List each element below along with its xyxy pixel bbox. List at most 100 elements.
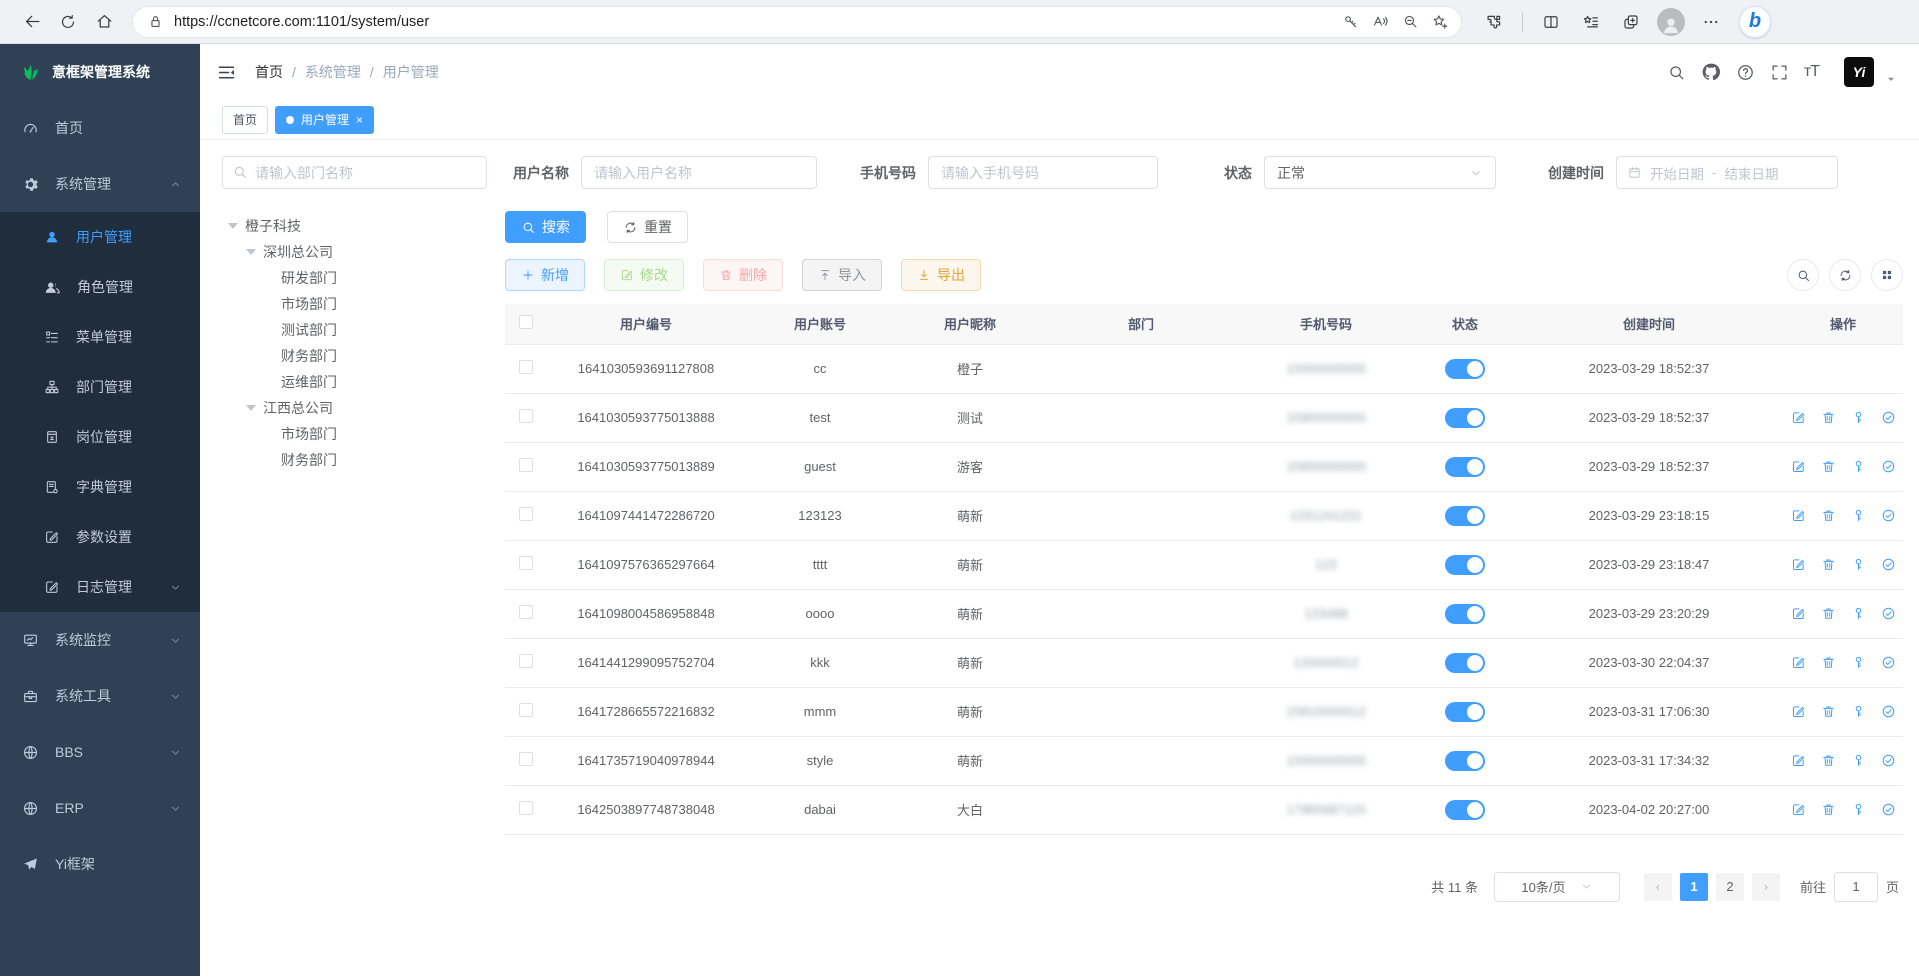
next-page-button[interactable]: ›: [1752, 873, 1780, 901]
sidebar-item-menu-management[interactable]: 菜单管理: [0, 312, 200, 362]
sidebar-item-role-management[interactable]: 角色管理: [0, 262, 200, 312]
header-search-icon[interactable]: [1667, 63, 1686, 82]
row-checkbox[interactable]: [519, 654, 533, 668]
username-input[interactable]: [581, 156, 817, 189]
row-reset-password-icon[interactable]: [1851, 802, 1866, 817]
status-toggle[interactable]: [1445, 506, 1485, 526]
row-edit-icon[interactable]: [1791, 802, 1806, 817]
date-range-picker[interactable]: 开始日期 - 结束日期: [1616, 156, 1838, 189]
sidebar-item-user-management[interactable]: 用户管理: [0, 212, 200, 262]
sidebar-item-dict-management[interactable]: 字典管理: [0, 462, 200, 512]
row-reset-password-icon[interactable]: [1851, 704, 1866, 719]
fullscreen-icon[interactable]: [1770, 63, 1789, 82]
sidebar-item-yi-framework[interactable]: Yi框架: [0, 836, 200, 892]
extensions-icon[interactable]: [1476, 4, 1512, 40]
row-edit-icon[interactable]: [1791, 459, 1806, 474]
row-edit-icon[interactable]: [1791, 508, 1806, 523]
row-checkbox[interactable]: [519, 409, 533, 423]
browser-home-button[interactable]: [86, 4, 122, 40]
sidebar-item-post-management[interactable]: 岗位管理: [0, 412, 200, 462]
tree-node[interactable]: 江西总公司: [222, 395, 487, 421]
row-delete-icon[interactable]: [1821, 410, 1836, 425]
goto-page-input[interactable]: [1834, 872, 1878, 902]
row-delete-icon[interactable]: [1821, 606, 1836, 621]
split-screen-icon[interactable]: [1533, 4, 1569, 40]
reset-button[interactable]: 重置: [607, 211, 688, 243]
show-search-toggle-icon[interactable]: [1787, 259, 1819, 291]
sidebar-item-log-management[interactable]: 日志管理: [0, 562, 200, 612]
row-assign-role-icon[interactable]: [1881, 410, 1896, 425]
row-assign-role-icon[interactable]: [1881, 606, 1896, 621]
row-assign-role-icon[interactable]: [1881, 753, 1896, 768]
tab-close-icon[interactable]: ×: [356, 113, 363, 127]
prev-page-button[interactable]: ‹: [1644, 873, 1672, 901]
sidebar-item-home[interactable]: 首页: [0, 100, 200, 156]
row-assign-role-icon[interactable]: [1881, 508, 1896, 523]
breadcrumb-system[interactable]: 系统管理: [305, 62, 361, 82]
add-button[interactable]: 新增: [505, 259, 585, 291]
row-delete-icon[interactable]: [1821, 655, 1836, 670]
row-checkbox[interactable]: [519, 703, 533, 717]
row-edit-icon[interactable]: [1791, 410, 1806, 425]
add-favorite-icon[interactable]: [1425, 7, 1455, 37]
tree-caret-icon[interactable]: [246, 405, 256, 411]
tab-user-management[interactable]: 用户管理 ×: [275, 106, 374, 134]
url-text[interactable]: https://ccnetcore.com:1101/system/user: [174, 14, 1335, 30]
row-edit-icon[interactable]: [1791, 557, 1806, 572]
row-delete-icon[interactable]: [1821, 508, 1836, 523]
browser-menu-icon[interactable]: [1693, 4, 1729, 40]
status-toggle[interactable]: [1445, 359, 1485, 379]
profile-avatar[interactable]: [1653, 4, 1689, 40]
sidebar-item-system-monitor[interactable]: 系统监控: [0, 612, 200, 668]
browser-back-button[interactable]: [14, 4, 50, 40]
sidebar-item-parameter-settings[interactable]: 参数设置: [0, 512, 200, 562]
address-bar[interactable]: https://ccnetcore.com:1101/system/user: [132, 6, 1462, 38]
delete-button[interactable]: 删除: [703, 259, 783, 291]
search-button[interactable]: 搜索: [505, 211, 586, 243]
page-size-select[interactable]: 10条/页: [1494, 872, 1620, 902]
tree-caret-icon[interactable]: [228, 223, 238, 229]
row-assign-role-icon[interactable]: [1881, 557, 1896, 572]
tab-home[interactable]: 首页: [222, 106, 268, 134]
lock-icon[interactable]: [147, 13, 164, 30]
row-reset-password-icon[interactable]: [1851, 655, 1866, 670]
row-edit-icon[interactable]: [1791, 753, 1806, 768]
row-edit-icon[interactable]: [1791, 606, 1806, 621]
status-toggle[interactable]: [1445, 457, 1485, 477]
tree-node[interactable]: 运维部门: [222, 369, 487, 395]
row-delete-icon[interactable]: [1821, 459, 1836, 474]
sidebar-item-system-tools[interactable]: 系统工具: [0, 668, 200, 724]
row-reset-password-icon[interactable]: [1851, 508, 1866, 523]
row-assign-role-icon[interactable]: [1881, 704, 1896, 719]
edit-button[interactable]: 修改: [604, 259, 684, 291]
row-checkbox[interactable]: [519, 801, 533, 815]
tree-node[interactable]: 深圳总公司: [222, 239, 487, 265]
sidebar-item-system-management[interactable]: 系统管理: [0, 156, 200, 212]
breadcrumb-user[interactable]: 用户管理: [383, 62, 439, 82]
tree-node[interactable]: 橙子科技: [222, 213, 487, 239]
row-checkbox[interactable]: [519, 360, 533, 374]
github-icon[interactable]: [1701, 62, 1721, 82]
row-assign-role-icon[interactable]: [1881, 655, 1896, 670]
status-toggle[interactable]: [1445, 800, 1485, 820]
favorites-bar-icon[interactable]: [1573, 4, 1609, 40]
row-delete-icon[interactable]: [1821, 557, 1836, 572]
status-toggle[interactable]: [1445, 555, 1485, 575]
row-reset-password-icon[interactable]: [1851, 557, 1866, 572]
status-toggle[interactable]: [1445, 604, 1485, 624]
column-settings-icon[interactable]: [1871, 259, 1903, 291]
phone-input[interactable]: [928, 156, 1158, 189]
row-checkbox[interactable]: [519, 556, 533, 570]
collections-icon[interactable]: [1613, 4, 1649, 40]
sidebar-collapse-icon[interactable]: [216, 62, 237, 83]
row-assign-role-icon[interactable]: [1881, 459, 1896, 474]
row-reset-password-icon[interactable]: [1851, 410, 1866, 425]
sidebar-item-erp[interactable]: ERP: [0, 780, 200, 836]
font-size-icon[interactable]: тT: [1804, 63, 1819, 81]
row-checkbox[interactable]: [519, 752, 533, 766]
browser-reload-button[interactable]: [50, 4, 86, 40]
tree-caret-icon[interactable]: [246, 249, 256, 255]
tree-node[interactable]: 市场部门: [222, 421, 487, 447]
user-avatar-logo[interactable]: Yi: [1844, 57, 1874, 87]
row-checkbox[interactable]: [519, 458, 533, 472]
